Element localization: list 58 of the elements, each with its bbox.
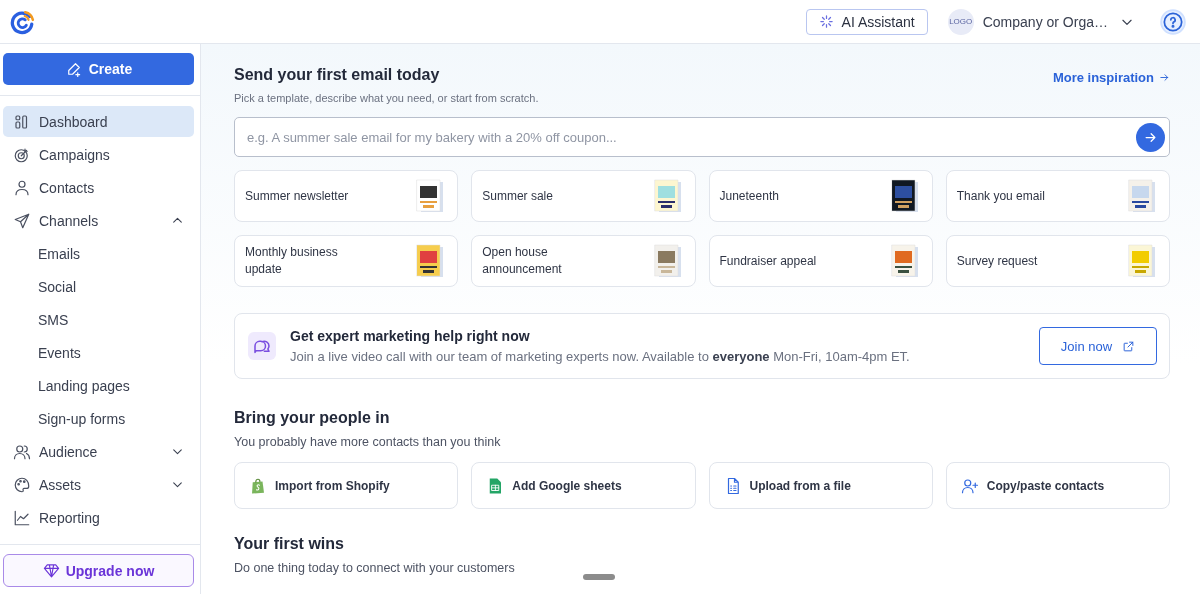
import-option[interactable]: Add Google sheets	[471, 462, 696, 509]
section-subtitle: Pick a template, describe what you need, or start from scratch.	[234, 92, 539, 104]
person-icon	[13, 178, 31, 197]
nav-item[interactable]: Dashboard	[3, 106, 194, 137]
sparkle-icon	[818, 14, 834, 29]
template-card[interactable]: Thank you email	[945, 170, 1170, 222]
template-card[interactable]: Survey request	[945, 235, 1170, 287]
external-link-icon	[1122, 339, 1136, 353]
nav-item[interactable]: Events	[3, 337, 194, 368]
drag-handle[interactable]	[583, 574, 615, 580]
arrow-right-icon	[1159, 72, 1170, 83]
org-name[interactable]: Company or Orga…	[982, 13, 1108, 30]
chat-icon	[248, 332, 276, 360]
template-card[interactable]: Summer newsletter	[234, 170, 459, 222]
section-title: Your first wins	[234, 535, 345, 553]
template-card[interactable]: Open house announcement	[471, 235, 696, 287]
people-icon	[13, 442, 31, 461]
section-subtitle: You probably have more contacts than you think	[234, 435, 502, 449]
nav-item[interactable]: Reporting	[3, 502, 194, 533]
nav-item[interactable]: Emails	[3, 238, 194, 269]
join-now-button[interactable]: Join now	[1039, 327, 1157, 365]
prompt-input[interactable]: e.g. A summer sale email for my bakery with a 20% off coupon...	[245, 128, 1136, 146]
template-card[interactable]: Juneteenth	[708, 170, 933, 222]
import-option[interactable]: Import from Shopify	[234, 462, 459, 509]
more-inspiration-link[interactable]: More inspiration	[1052, 70, 1170, 85]
logo-icon	[9, 8, 35, 35]
nav-item[interactable]: Campaigns	[3, 139, 194, 170]
upgrade-button[interactable]: Upgrade now	[3, 554, 194, 587]
chart-icon	[13, 508, 31, 527]
section-subtitle: Do one thing today to connect with your customers	[234, 561, 516, 575]
nav-item[interactable]: Assets	[3, 469, 194, 500]
help-icon[interactable]	[1160, 8, 1186, 35]
nav-item[interactable]: SMS	[3, 304, 194, 335]
ai-assistant-button[interactable]: AI Assistant	[805, 8, 928, 35]
org-logo: LOGO	[947, 8, 974, 35]
person-plus-icon	[960, 476, 979, 495]
section-title: Bring your people in	[234, 409, 391, 427]
nav-item[interactable]: Contacts	[3, 172, 194, 203]
nav-item[interactable]: Sign-up forms	[3, 403, 194, 434]
diamond-icon	[42, 562, 60, 579]
banner-title: Get expert marketing help right now	[290, 328, 531, 344]
nav-item[interactable]: Audience	[3, 436, 194, 467]
template-card[interactable]: Fundraiser appeal	[708, 235, 933, 287]
send-icon	[13, 211, 31, 230]
template-card[interactable]: Summer sale	[471, 170, 696, 222]
template-card[interactable]: Monthly business update	[234, 235, 459, 287]
submit-button[interactable]	[1136, 122, 1165, 152]
create-button[interactable]: Create	[3, 53, 194, 85]
prompt-field[interactable]: e.g. A summer sale email for my bakery with a 20% off coupon...	[234, 117, 1170, 157]
import-option[interactable]: Upload from a file	[708, 462, 933, 509]
nav-item[interactable]: Social	[3, 271, 194, 302]
nav-item[interactable]: Channels	[3, 205, 194, 236]
section-title: Send your first email today	[234, 66, 441, 84]
nav-item[interactable]: Landing pages	[3, 370, 194, 401]
banner-text: Join a live video call with our team of marketing experts now. Available to everyone Mon-Fri, 10am-4pm ET.	[290, 349, 911, 364]
shopify-bag-icon	[249, 476, 267, 495]
palette-icon	[13, 475, 31, 494]
import-option[interactable]: Copy/paste contacts	[945, 462, 1170, 509]
